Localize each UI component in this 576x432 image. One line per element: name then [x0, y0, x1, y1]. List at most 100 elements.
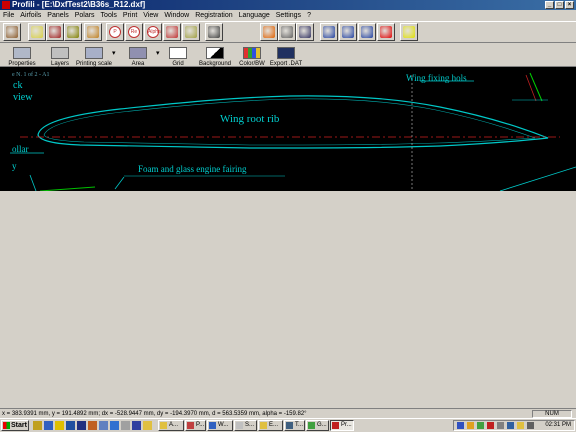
save-disk-icon	[299, 26, 311, 38]
menu-help[interactable]: ?	[304, 12, 314, 19]
save-disk-button[interactable]	[296, 23, 314, 41]
chevron-down-icon[interactable]: ▾	[112, 49, 116, 57]
window-controls: _ □ ×	[545, 1, 574, 9]
background-tool[interactable]: Background	[195, 43, 235, 67]
export-dat-tool[interactable]: Export .DAT	[266, 43, 306, 67]
app-icon	[236, 422, 243, 429]
export-dat-icon	[277, 47, 295, 59]
menu-view[interactable]: View	[140, 12, 161, 19]
alpha-polar-button[interactable]: Alpha	[144, 23, 162, 41]
menu-window[interactable]: Window	[161, 12, 192, 19]
tray-icon[interactable]	[507, 422, 514, 429]
taskbar-button[interactable]: A...	[158, 420, 184, 431]
cp-polar-button[interactable]: P	[106, 23, 124, 41]
tray-icon[interactable]	[517, 422, 524, 429]
grid-icon	[169, 47, 187, 59]
quick-launch-icon[interactable]	[77, 421, 86, 430]
menu-file[interactable]: File	[0, 12, 17, 19]
tray-icon[interactable]	[477, 422, 484, 429]
menu-polars[interactable]: Polars	[72, 12, 98, 19]
wing-root-rib-outline	[37, 95, 549, 149]
grid-tool[interactable]: Grid	[158, 43, 198, 67]
window-tile-button[interactable]	[358, 23, 376, 41]
printing-scale-tool[interactable]: Printing scale	[74, 43, 114, 67]
close-x-button[interactable]	[377, 23, 395, 41]
wing-airfoil-icon	[31, 26, 43, 38]
rib-stub-red	[525, 74, 537, 102]
wing-airfoil-button[interactable]	[28, 23, 46, 41]
quick-launch-icon[interactable]	[132, 421, 141, 430]
menu-registration[interactable]: Registration	[192, 12, 235, 19]
quick-launch-icon[interactable]	[121, 421, 130, 430]
taskbar-button[interactable]: S...	[234, 420, 257, 431]
printer-button[interactable]	[278, 23, 296, 41]
airfoil-edit-button[interactable]	[182, 23, 200, 41]
re-polar-button[interactable]: Re	[125, 23, 143, 41]
taskbar-button[interactable]: Pr...	[330, 420, 354, 431]
windows-logo-icon	[3, 422, 10, 429]
quick-launch-icon[interactable]	[33, 421, 42, 430]
dxf-drawing-canvas[interactable]: e N. 1 of 2 - A1 ck view Wing root rib W…	[0, 67, 576, 191]
clock[interactable]: 02:31 PM	[545, 421, 571, 430]
quick-launch-icon[interactable]	[110, 421, 119, 430]
tray-icon[interactable]	[527, 422, 534, 429]
start-button[interactable]: Start	[1, 420, 29, 431]
tray-icon[interactable]	[497, 422, 504, 429]
taskbar-button[interactable]: E...	[258, 420, 283, 431]
color-bw-icon	[243, 47, 261, 59]
colored-chart-icon	[263, 26, 275, 38]
app-icon	[332, 422, 339, 429]
menu-language[interactable]: Language	[236, 12, 273, 19]
airfoil-edit-icon	[185, 26, 197, 38]
book-button[interactable]	[46, 23, 64, 41]
curve-polar-button[interactable]	[163, 23, 181, 41]
quick-launch-icon[interactable]	[88, 421, 97, 430]
tray-icon[interactable]	[467, 422, 474, 429]
panel-stack-button[interactable]	[84, 23, 102, 41]
quick-launch-icon[interactable]	[55, 421, 64, 430]
zoom-in-button[interactable]	[320, 23, 338, 41]
rib-label: Wing root rib	[220, 113, 280, 125]
quick-launch-icon[interactable]	[143, 421, 152, 430]
menu-tools[interactable]: Tools	[98, 12, 120, 19]
menu-bar: File Airfoils Panels Polars Tools Print …	[0, 10, 576, 20]
label-view: view	[13, 92, 33, 103]
database-button[interactable]	[64, 23, 82, 41]
taskbar-button[interactable]: P...	[185, 420, 206, 431]
menu-print[interactable]: Print	[120, 12, 140, 19]
quick-launch-icon[interactable]	[66, 421, 75, 430]
menu-airfoils[interactable]: Airfoils	[17, 12, 44, 19]
taskbar-button[interactable]: T...	[284, 420, 305, 431]
rib-stub-green	[529, 72, 543, 102]
zoom-out-button[interactable]	[339, 23, 357, 41]
area-tool[interactable]: Area	[118, 43, 158, 67]
tray-icon[interactable]	[457, 422, 464, 429]
y-label: y	[12, 161, 17, 171]
app-icon	[209, 422, 216, 429]
quick-launch-icon[interactable]	[44, 421, 53, 430]
colored-chart-button[interactable]	[260, 23, 278, 41]
window-tile-icon	[361, 26, 373, 38]
exit-door-button[interactable]	[3, 23, 21, 41]
mdi-workspace[interactable]	[0, 191, 576, 408]
curve-polar-icon	[166, 26, 178, 38]
quick-launch-icon[interactable]	[99, 421, 108, 430]
system-tray: 02:31 PM	[453, 420, 575, 431]
alpha-polar-icon: Alpha	[147, 26, 161, 38]
menu-settings[interactable]: Settings	[273, 12, 304, 19]
app-icon[interactable]	[2, 1, 10, 9]
tray-icon[interactable]	[487, 422, 494, 429]
menu-panels[interactable]: Panels	[44, 12, 71, 19]
properties-tool[interactable]: Properties	[2, 43, 42, 67]
window-title: Profili - [E:\DxfTest2\B36s_R12.dxf]	[12, 0, 146, 9]
taskbar-button[interactable]: G...	[306, 420, 329, 431]
help-bulb-button[interactable]	[400, 23, 418, 41]
minimize-button[interactable]: _	[545, 1, 554, 9]
background-icon	[206, 47, 224, 59]
holes-label: Wing fixing hols	[406, 73, 467, 83]
close-button[interactable]: ×	[565, 1, 574, 9]
maximize-button[interactable]: □	[555, 1, 564, 9]
app-icon	[187, 422, 194, 429]
taskbar-button[interactable]: W...	[207, 420, 233, 431]
grid-table-button[interactable]	[205, 23, 223, 41]
